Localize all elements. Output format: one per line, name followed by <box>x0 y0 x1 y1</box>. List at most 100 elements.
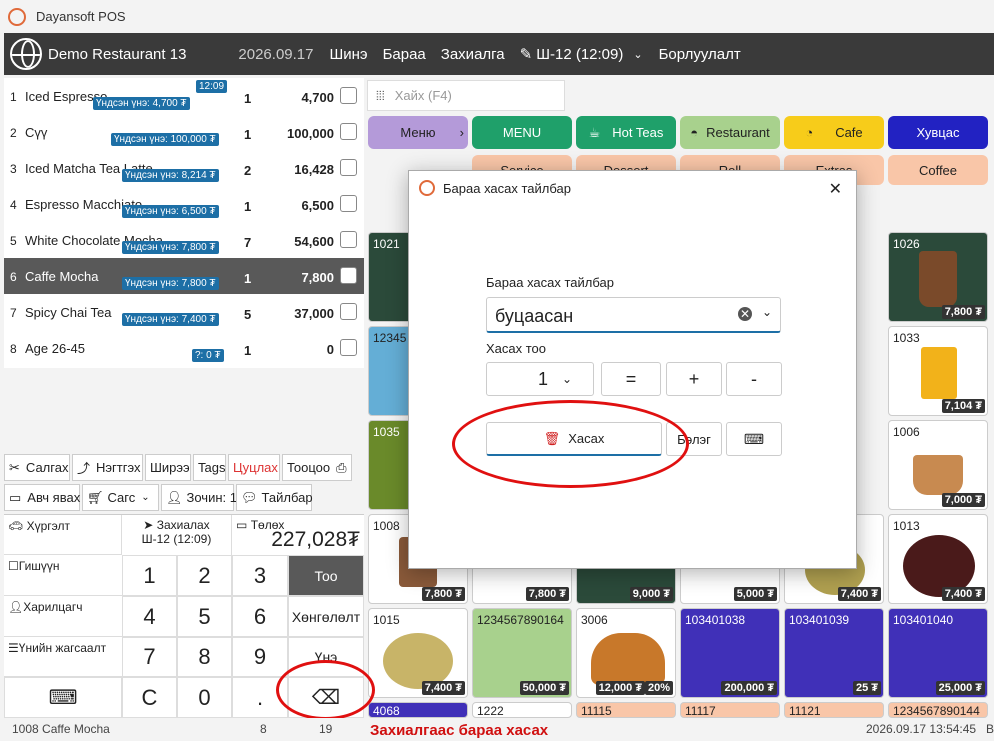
table-selector[interactable]: ✎ Ш-12 (12:09) ⌄ <box>520 45 643 64</box>
nav-orders[interactable]: Захиалга <box>441 46 505 63</box>
order-row[interactable]: 7 Spicy Chai Tea Үндсэн үнэ: 7,400 ₮ 5 37,00… <box>4 294 364 330</box>
chevron-down-icon: ⌄ <box>141 492 150 503</box>
product-tile[interactable]: 1234567890164 50,000 ₮ <box>472 608 572 698</box>
item-amount: 0 <box>326 342 334 357</box>
subcat-coffee[interactable]: Coffee <box>888 155 988 185</box>
order-row[interactable]: 2 Сүү Үндсэн үнэ: 100,000 ₮ 1 100,000 <box>4 114 364 150</box>
qty-all-button[interactable]: = <box>601 362 661 396</box>
category-cafe[interactable]: ◔ Cafe <box>784 116 884 149</box>
order-row[interactable]: 3 Iced Matcha Tea Latte Үндсэн үнэ: 8,214 … <box>4 150 364 186</box>
product-tile[interactable]: 103401038 200,000 ₮ <box>680 608 780 698</box>
product-tile[interactable]: 4068 <box>368 702 468 718</box>
category-hot-teas[interactable]: ☕︎ Hot Teas <box>576 116 676 149</box>
merge-button[interactable]: ⤴ Нэгтгэх <box>72 454 143 481</box>
key-0[interactable]: 0 <box>177 677 232 718</box>
qty-plus-button[interactable]: + <box>666 362 722 396</box>
key-5[interactable]: 5 <box>177 596 232 637</box>
row-checkbox[interactable] <box>340 159 357 176</box>
close-icon[interactable]: ✕ <box>829 179 842 199</box>
key-2[interactable]: 2 <box>177 555 232 596</box>
product-code: 1234567890164 <box>477 613 564 627</box>
key-4[interactable]: 4 <box>122 596 177 637</box>
globe-icon[interactable] <box>10 38 42 70</box>
keyboard-button[interactable]: ⌨ <box>4 677 122 718</box>
product-tile[interactable]: 1006 7,000 ₮ <box>888 420 988 510</box>
cancel-order-button[interactable]: Цуцлах <box>228 454 280 481</box>
takeaway-icon: ▭ <box>9 489 22 505</box>
row-checkbox[interactable] <box>340 339 357 356</box>
key-9[interactable]: 9 <box>232 637 288 677</box>
customer-button[interactable]: 👤︎Харилцагч <box>4 596 122 637</box>
category-restaurant[interactable]: ◓ Restaurant <box>680 116 780 149</box>
product-code: 1035 <box>373 425 400 439</box>
printer-icon: ⎙ <box>336 459 347 475</box>
key-7[interactable]: 7 <box>122 637 177 677</box>
key-3[interactable]: 3 <box>232 555 288 596</box>
row-checkbox[interactable] <box>340 231 357 248</box>
product-tile[interactable]: 1015 7,400 ₮ <box>368 608 468 698</box>
annotation-ellipse <box>276 660 375 720</box>
product-tile[interactable]: 1234567890144 <box>888 702 988 718</box>
product-tile[interactable]: 103401039 25 ₮ <box>784 608 884 698</box>
guest-count-button[interactable]: 👤︎ Зочин: 1 <box>161 484 237 511</box>
product-tile[interactable]: 103401040 25,000 ₮ <box>888 608 988 698</box>
item-amount: 7,800 <box>301 270 334 285</box>
nav-goods[interactable]: Бараа <box>383 46 426 63</box>
item-qty: 5 <box>244 307 252 322</box>
reason-combobox[interactable]: буцаасан ✕ ⌄ <box>486 297 781 333</box>
product-tile[interactable]: 1033 7,104 ₮ <box>888 326 988 416</box>
qty-minus-button[interactable]: - <box>726 362 782 396</box>
product-tile[interactable]: 1026 7,800 ₮ <box>888 232 988 322</box>
category-menu-parent[interactable]: Меню › <box>368 116 468 149</box>
key-1[interactable]: 1 <box>122 555 177 596</box>
qty-mode-button[interactable]: Тоо <box>288 555 364 596</box>
product-tile[interactable]: 1222 <box>472 702 572 718</box>
send-order-button[interactable]: ➤ Захиалах Ш-12 (12:09) <box>122 515 232 555</box>
key-clear[interactable]: C <box>122 677 177 718</box>
item-name: Caffe Mocha <box>25 269 99 284</box>
discount-mode-button[interactable]: Хөнгөлөлт <box>288 596 364 637</box>
row-checkbox[interactable] <box>340 267 357 284</box>
nav-new[interactable]: Шинэ <box>329 46 367 63</box>
clear-icon[interactable]: ✕ <box>738 307 752 321</box>
order-row-selected[interactable]: 6 Caffe Mocha Үндсэн үнэ: 7,800 ₮ 1 7,800 <box>4 258 364 294</box>
member-button[interactable]: ☐Гишүүн <box>4 555 122 596</box>
note-button[interactable]: 💬︎ Тайлбар <box>236 484 313 511</box>
order-row[interactable]: 8 Age 26-45 ?: 0 ₮ 1 0 <box>4 330 364 366</box>
key-6[interactable]: 6 <box>232 596 288 637</box>
status-count2: 19 <box>319 722 333 736</box>
row-checkbox[interactable] <box>340 123 357 140</box>
split-button[interactable]: ✂ Салгах <box>4 454 70 481</box>
product-tile[interactable]: 11115 <box>576 702 676 718</box>
pay-panel[interactable]: ▭ Төлөх 227,028₮ <box>232 515 364 555</box>
print-bill-button[interactable]: Тооцоо ⎙ <box>282 454 352 481</box>
category-clothes[interactable]: Хувцас <box>888 116 988 149</box>
app-title: Dayansoft POS <box>36 9 126 24</box>
order-row[interactable]: 4 Espresso Macchiato Үндсэн үнэ: 6,500 ₮ 1 6… <box>4 186 364 222</box>
row-checkbox[interactable] <box>340 87 357 104</box>
top-navbar: Demo Restaurant 13 2026.09.17 Шинэ Бараа… <box>4 33 994 75</box>
row-checkbox[interactable] <box>340 303 357 320</box>
search-input[interactable]: ⦙⦙⦙ Хайх (F4) <box>367 80 565 111</box>
scissors-icon: ✂ <box>9 459 20 475</box>
order-row[interactable]: 5 White Chocolate Mocha Үндсэн үнэ: 7,800 … <box>4 222 364 258</box>
qty-combobox[interactable]: 1 ⌄ <box>486 362 594 396</box>
keyboard-button[interactable]: ⌨ <box>726 422 782 456</box>
product-tile[interactable]: 3006 12,000 ₮ 20% <box>576 608 676 698</box>
nav-sales[interactable]: Борлуулалт <box>659 46 741 63</box>
item-qty: 7 <box>244 235 252 250</box>
row-checkbox[interactable] <box>340 195 357 212</box>
move-table-button[interactable]: Ширээ <box>145 454 191 481</box>
cart-button[interactable]: 🛒︎ Сагс ⌄ <box>82 484 159 511</box>
order-row[interactable]: 1 Iced Espresso 12:09 Үндсэн үнэ: 4,700 ₮ 1 4… <box>4 78 364 114</box>
product-tile[interactable]: 11121 <box>784 702 884 718</box>
delivery-button[interactable]: 🚗︎ Хүргэлт <box>4 515 122 555</box>
tags-button[interactable]: Tags <box>193 454 226 481</box>
product-tile[interactable]: 11117 <box>680 702 780 718</box>
chevron-down-icon[interactable]: ⌄ <box>762 305 772 319</box>
category-menu[interactable]: MENU <box>472 116 572 149</box>
takeaway-button[interactable]: ▭ Авч явах <box>4 484 80 511</box>
pricelist-button[interactable]: ☰Үнийн жагсаалт <box>4 637 122 677</box>
key-8[interactable]: 8 <box>177 637 232 677</box>
product-tile[interactable]: 1013 7,400 ₮ <box>888 514 988 604</box>
